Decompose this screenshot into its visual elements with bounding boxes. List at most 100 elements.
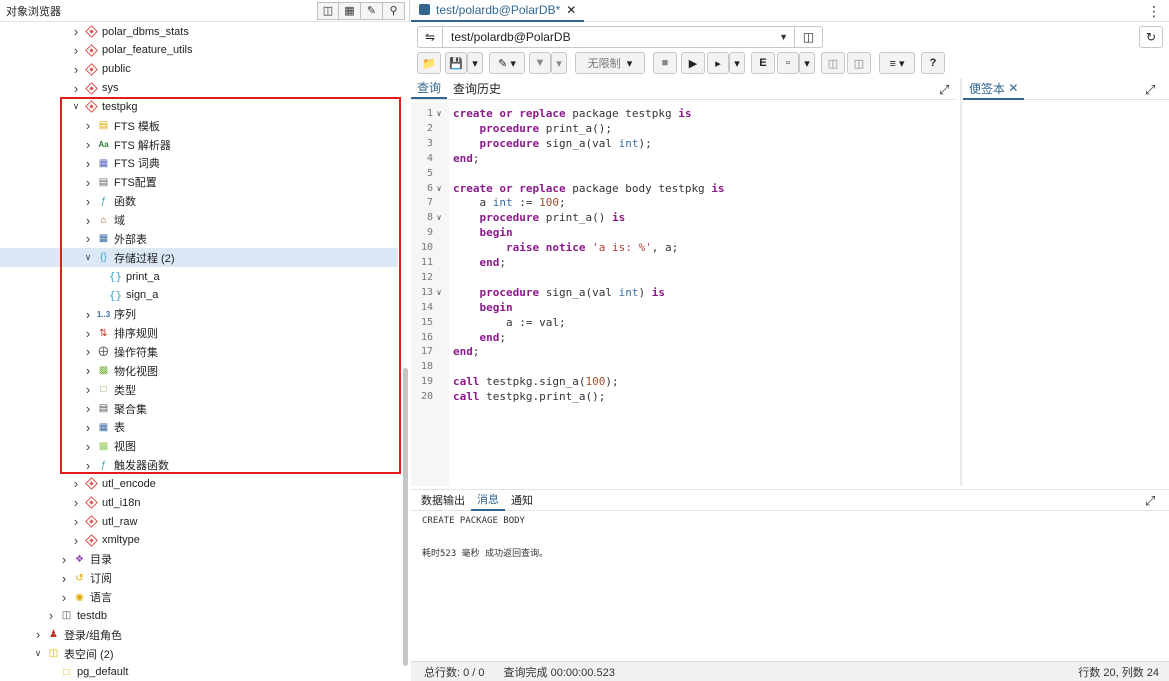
explain-analyze-icon[interactable]: ▫ (777, 52, 799, 74)
tree-item[interactable]: › ↺ 订阅 (0, 569, 398, 588)
chevron-right-icon[interactable]: › (83, 137, 93, 152)
close-icon[interactable]: ✕ (1008, 81, 1018, 95)
tree-item[interactable]: › polar_dbms_stats (0, 22, 398, 41)
chevron-right-icon[interactable]: › (83, 420, 93, 435)
chevron-right-icon[interactable]: › (83, 344, 93, 359)
chevron-down-icon[interactable]: ▾ (799, 52, 815, 74)
chevron-right-icon[interactable]: › (83, 118, 93, 133)
query-tool-icon[interactable]: ✎ (361, 1, 383, 20)
chevron-right-icon[interactable]: › (59, 590, 69, 605)
table-icon[interactable]: ▦ (339, 1, 361, 20)
chevron-down-icon[interactable]: ▾ (467, 52, 483, 74)
tree-item[interactable]: › public (0, 60, 398, 79)
database-icon[interactable]: ◫ (317, 1, 339, 20)
tree-item[interactable]: › sys (0, 79, 398, 98)
chevron-right-icon[interactable]: › (83, 458, 93, 473)
expand-icon[interactable]: ⤢ (1145, 493, 1155, 509)
fold-icon[interactable]: ∨ (433, 184, 445, 193)
chevron-right-icon[interactable]: › (71, 43, 81, 58)
tree-item[interactable]: › utl_encode (0, 474, 398, 493)
chevron-right-icon[interactable]: › (83, 326, 93, 341)
fold-icon[interactable]: ∨ (433, 213, 445, 222)
save-icon[interactable]: 💾 (445, 52, 467, 74)
explain-icon[interactable]: E (751, 52, 775, 74)
chevron-right-icon[interactable]: › (71, 495, 81, 510)
stop-icon[interactable]: ■ (653, 52, 677, 74)
panel-divider[interactable] (960, 78, 963, 486)
chevron-right-icon[interactable]: › (83, 194, 93, 209)
tree-item[interactable]: › 1..3 序列 (0, 305, 398, 324)
sql-editor[interactable]: 1 ∨ create or replace package testpkg is 2 … (411, 103, 960, 486)
open-file-icon[interactable]: 📁 (417, 52, 441, 74)
tree-item[interactable]: {} print_a (0, 267, 398, 286)
help-icon[interactable]: ? (921, 52, 945, 74)
connection-status-icon[interactable]: ⇋ (417, 26, 443, 48)
expand-icon[interactable]: ⤢ (1145, 82, 1155, 98)
chevron-down-icon[interactable]: ∨ (71, 101, 81, 112)
chevron-right-icon[interactable]: › (83, 363, 93, 378)
tree-item[interactable]: › ƒ 函数 (0, 192, 398, 211)
tree-item[interactable]: › ▦ FTS 词典 (0, 154, 398, 173)
execute-options-icon[interactable]: ▸ (707, 52, 729, 74)
database-icon[interactable]: ◫ (795, 26, 823, 48)
chevron-down-icon[interactable]: ▾ (729, 52, 745, 74)
refresh-icon[interactable]: ↻ (1139, 26, 1163, 48)
filter-icon[interactable]: ▼ (529, 52, 551, 74)
tab-query-tool[interactable]: test/polardb@PolarDB* ✕ (411, 0, 585, 22)
tree-item[interactable]: › ƒ 触发器函数 (0, 456, 398, 475)
tree-item[interactable]: □ pg_default (0, 663, 398, 681)
chevron-right-icon[interactable]: › (83, 175, 93, 190)
chevron-right-icon[interactable]: › (83, 401, 93, 416)
chevron-right-icon[interactable]: › (71, 514, 81, 529)
chevron-right-icon[interactable]: › (71, 81, 81, 96)
expand-icon[interactable]: ⤢ (939, 82, 949, 98)
tree-item[interactable]: › ❖ 目录 (0, 550, 398, 569)
chevron-right-icon[interactable]: › (83, 307, 93, 322)
chevron-right-icon[interactable]: › (71, 533, 81, 548)
tree-item[interactable]: ∨ testpkg (0, 97, 398, 116)
tab-notifications[interactable]: 通知 (505, 490, 539, 511)
chevron-right-icon[interactable]: › (83, 213, 93, 228)
tree-item[interactable]: › Aa FTS 解析器 (0, 135, 398, 154)
tree-item[interactable]: › ▤ FTS 模板 (0, 116, 398, 135)
chevron-right-icon[interactable]: › (83, 382, 93, 397)
limit-select[interactable]: 无限制 ▾ (575, 52, 645, 74)
commit-icon[interactable]: ◫ (821, 52, 845, 74)
tab-query[interactable]: 查询 (411, 77, 448, 99)
tree-item[interactable]: › ⌂ 域 (0, 211, 398, 230)
tree-item[interactable]: ∨ {} 存储过程 (2) (0, 248, 398, 268)
chevron-right-icon[interactable]: › (46, 608, 56, 623)
edit-icon[interactable]: ✎ ▾ (489, 52, 525, 74)
tab-data-output[interactable]: 数据输出 (415, 490, 471, 511)
chevron-right-icon[interactable]: › (33, 627, 43, 642)
fold-icon[interactable]: ∨ (433, 109, 445, 118)
chevron-right-icon[interactable]: › (83, 231, 93, 246)
chevron-right-icon[interactable]: › (59, 552, 69, 567)
chevron-right-icon[interactable]: › (83, 156, 93, 171)
tree-item[interactable]: › xmltype (0, 531, 398, 550)
chevron-right-icon[interactable]: › (71, 476, 81, 491)
chevron-right-icon[interactable]: › (83, 439, 93, 454)
fold-icon[interactable]: ∨ (433, 288, 445, 297)
more-options-icon[interactable]: ⋮ (1147, 3, 1161, 20)
tree-item[interactable]: › □ 类型 (0, 380, 398, 399)
tree-item[interactable]: › ▦ 外部表 (0, 229, 398, 248)
tree-item[interactable]: › ◉ 语言 (0, 588, 398, 607)
tree-item[interactable]: › ⨁ 操作符集 (0, 342, 398, 361)
search-icon[interactable]: ⚲ (383, 1, 405, 20)
tree-item[interactable]: › ▤ FTS配置 (0, 173, 398, 192)
tree-item[interactable]: › ▤ 聚合集 (0, 399, 398, 418)
chevron-down-icon[interactable]: ∨ (33, 648, 43, 659)
tab-messages[interactable]: 消息 (471, 490, 505, 511)
close-icon[interactable]: ✕ (566, 3, 576, 17)
tree-item[interactable]: › polar_feature_utils (0, 41, 398, 60)
tree-item[interactable]: › ⇅ 排序规则 (0, 324, 398, 343)
tree-item[interactable]: › utl_raw (0, 512, 398, 531)
tree-item[interactable]: › ▦ 表 (0, 418, 398, 437)
chevron-down-icon[interactable]: ∨ (83, 252, 93, 263)
tab-query-history[interactable]: 查询历史 (447, 77, 507, 99)
chevron-right-icon[interactable]: › (71, 62, 81, 77)
tree-item[interactable]: {} sign_a (0, 286, 398, 305)
execute-icon[interactable]: ▶ (681, 52, 705, 74)
chevron-down-icon[interactable]: ▾ (551, 52, 567, 74)
